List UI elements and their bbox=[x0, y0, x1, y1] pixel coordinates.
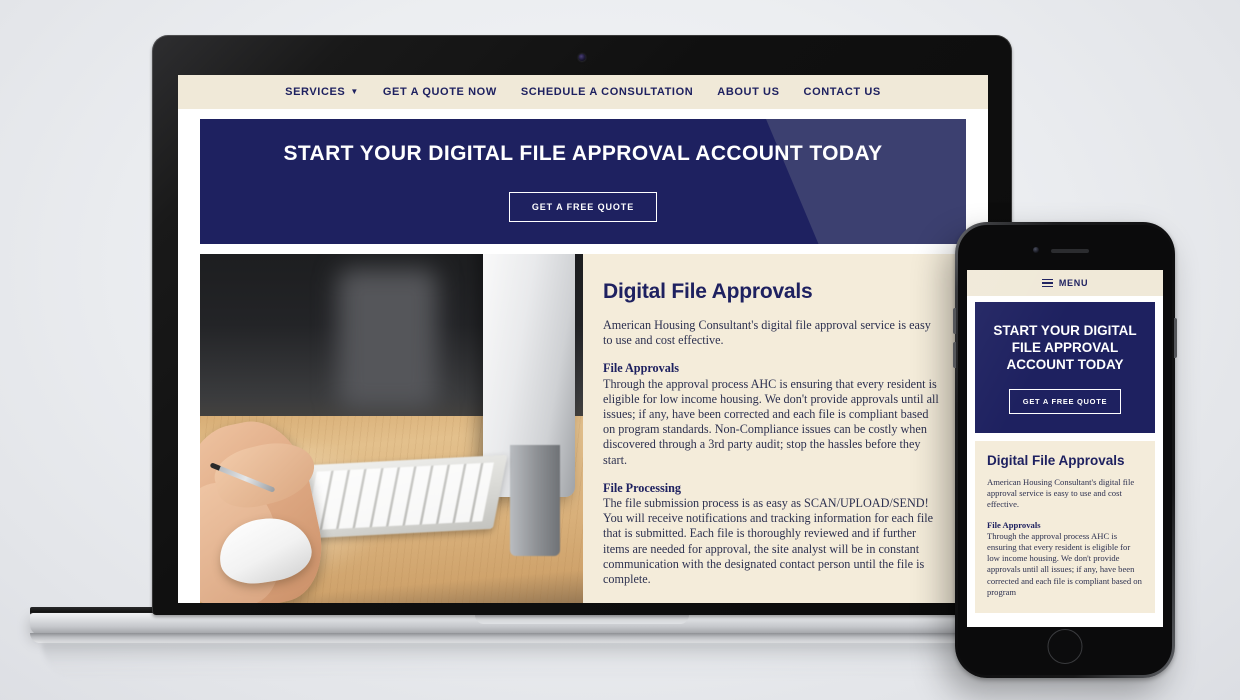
get-a-free-quote-button[interactable]: Get a Free Quote bbox=[508, 191, 658, 222]
mobile-main-content: Digital File Approvals American Housing … bbox=[975, 441, 1155, 614]
mobile-navbar[interactable]: Menu bbox=[967, 270, 1163, 296]
intro-paragraph: American Housing Consultant's digital fi… bbox=[603, 318, 931, 348]
nav-item-services[interactable]: Services ▼ bbox=[285, 86, 359, 98]
laptop-screen: Services ▼ Get a Quote Now Schedule a Co… bbox=[178, 75, 988, 603]
hero-diagonal-accent bbox=[766, 119, 966, 244]
laptop-lid: Services ▼ Get a Quote Now Schedule a Co… bbox=[152, 35, 1012, 615]
mockup-scene: Services ▼ Get a Quote Now Schedule a Co… bbox=[0, 0, 1240, 700]
page-title: Digital File Approvals bbox=[603, 280, 813, 303]
subheading-file-approvals: File Approvals bbox=[603, 361, 679, 376]
mobile-menu-label: Menu bbox=[1058, 278, 1089, 288]
mobile-hero-banner: Start Your Digital File Approval Account… bbox=[975, 302, 1155, 433]
mobile-page-title: Digital File Approvals bbox=[987, 453, 1125, 468]
nav-item-label: Services bbox=[285, 86, 346, 98]
hero-banner: Start Your Digital File Approval Account… bbox=[200, 119, 966, 244]
phone-front-camera-icon bbox=[1033, 247, 1039, 253]
mobile-website: Menu Start Your Digital File Approval Ac… bbox=[967, 270, 1163, 614]
phone-mockup: Menu Start Your Digital File Approval Ac… bbox=[953, 222, 1177, 678]
main-text-column: Digital File Approvals American Housing … bbox=[583, 254, 966, 603]
photo-blur-shape bbox=[337, 268, 438, 409]
nav-item-about-us[interactable]: About Us bbox=[717, 86, 779, 98]
desktop-navbar: Services ▼ Get a Quote Now Schedule a Co… bbox=[178, 75, 988, 109]
webcam-icon bbox=[578, 54, 586, 61]
desk-photo-inner bbox=[200, 254, 583, 603]
phone-power-button[interactable] bbox=[1174, 318, 1177, 358]
hamburger-icon bbox=[1041, 278, 1053, 288]
mobile-hero-title: Start Your Digital File Approval Account… bbox=[993, 322, 1137, 372]
mobile-paragraph-file-approvals: Through the approval process AHC is ensu… bbox=[987, 530, 1142, 597]
paragraph-file-approvals: Through the approval process AHC is ensu… bbox=[603, 376, 939, 467]
nav-item-contact-us[interactable]: Contact Us bbox=[804, 86, 881, 98]
phone-volume-up-button[interactable] bbox=[953, 308, 956, 334]
photo-keyboard bbox=[291, 455, 508, 540]
desktop-website: Services ▼ Get a Quote Now Schedule a Co… bbox=[178, 75, 988, 603]
chevron-down-icon: ▼ bbox=[350, 87, 359, 96]
nav-item-get-a-quote-now[interactable]: Get a Quote Now bbox=[383, 86, 497, 98]
subheading-file-processing: File Processing bbox=[603, 480, 681, 495]
mobile-get-a-free-quote-button[interactable]: Get a Free Quote bbox=[1008, 388, 1122, 414]
mobile-subheading-file-approvals: File Approvals bbox=[987, 519, 1041, 530]
desk-photo bbox=[200, 254, 583, 603]
hero-title: Start Your Digital File Approval Account… bbox=[283, 141, 883, 165]
phone-volume-down-button[interactable] bbox=[953, 342, 956, 368]
mobile-intro-paragraph: American Housing Consultant's digital fi… bbox=[987, 477, 1135, 510]
photo-imac-stand bbox=[510, 445, 561, 556]
phone-screen: Menu Start Your Digital File Approval Ac… bbox=[967, 270, 1163, 627]
paragraph-file-processing: The file submission process is as easy a… bbox=[603, 496, 934, 587]
main-content-row: Digital File Approvals American Housing … bbox=[200, 254, 966, 603]
laptop-mockup: Services ▼ Get a Quote Now Schedule a Co… bbox=[30, 35, 1134, 679]
phone-home-button[interactable] bbox=[1047, 629, 1083, 664]
phone-earpiece-speaker bbox=[1051, 249, 1089, 253]
nav-item-schedule-a-consultation[interactable]: Schedule a Consultation bbox=[521, 86, 693, 98]
